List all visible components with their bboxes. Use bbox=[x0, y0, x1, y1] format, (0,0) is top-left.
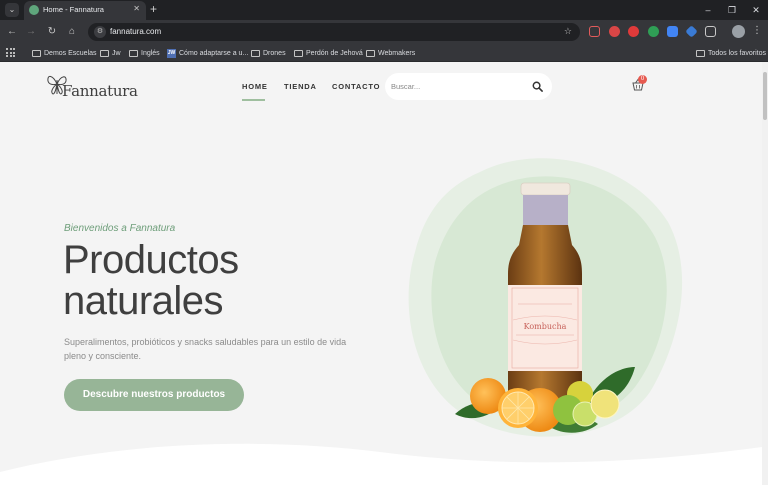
bookmark-item[interactable]: Jw bbox=[100, 47, 121, 59]
page-scrollbar[interactable] bbox=[762, 62, 768, 485]
bookmark-item[interactable]: Perdón de Jehová bbox=[294, 47, 363, 59]
browser-toolbar: ← → ↻ ⌂ ⚙ fannatura.com ☆ ⋮ bbox=[0, 20, 768, 44]
site-favicon-icon bbox=[29, 5, 39, 15]
site-info-icon[interactable]: ⚙ bbox=[94, 26, 106, 38]
extension-icon[interactable] bbox=[609, 26, 620, 37]
hero-headline: Productos naturales bbox=[63, 240, 239, 322]
page-content: Fannatura HOME TIENDA CONTACTO 0 Bienven… bbox=[0, 62, 762, 485]
browser-tab[interactable]: Home - Fannatura ✕ bbox=[24, 1, 146, 20]
green-extension-icon[interactable] bbox=[648, 26, 659, 37]
window-close-icon[interactable]: ✕ bbox=[744, 0, 768, 20]
search-input[interactable] bbox=[391, 79, 521, 94]
url-text: fannatura.com bbox=[110, 27, 162, 36]
logo-text: Fannatura bbox=[62, 82, 138, 100]
headline-line-1: Productos bbox=[63, 238, 239, 282]
headline-line-2: naturales bbox=[63, 279, 224, 323]
folder-icon bbox=[100, 49, 109, 57]
profile-avatar[interactable] bbox=[732, 25, 745, 38]
welcome-text: Bienvenidos a Fannatura bbox=[64, 223, 176, 234]
restore-icon[interactable]: ❐ bbox=[720, 0, 744, 20]
nav-active-indicator bbox=[242, 99, 265, 101]
folder-icon bbox=[294, 49, 303, 57]
jw-icon: JW bbox=[167, 48, 176, 58]
bookmark-item[interactable]: Drones bbox=[251, 47, 286, 59]
nav-tienda[interactable]: TIENDA bbox=[284, 82, 317, 91]
hero-subtext: Superalimentos, probióticos y snacks sal… bbox=[64, 337, 347, 361]
folder-icon bbox=[129, 49, 138, 57]
site-logo[interactable]: Fannatura bbox=[46, 72, 138, 102]
nav-home[interactable]: HOME bbox=[242, 82, 268, 91]
bookmark-star-icon[interactable]: ☆ bbox=[564, 26, 572, 37]
apps-grid-icon[interactable] bbox=[6, 48, 15, 57]
folder-icon bbox=[366, 49, 375, 57]
bookmark-item[interactable]: JW Cómo adaptarse a u... bbox=[167, 47, 248, 59]
folder-icon bbox=[32, 49, 41, 57]
bookmarks-bar: Demos Escuelas Jw Inglés JW Cómo adaptars… bbox=[0, 44, 768, 62]
section-wave-divider bbox=[0, 443, 762, 485]
bookmark-item[interactable]: Demos Escuelas bbox=[32, 47, 97, 59]
minimize-icon[interactable]: – bbox=[696, 0, 720, 20]
bookmark-item[interactable]: Inglés bbox=[129, 47, 160, 59]
tab-title: Home - Fannatura bbox=[43, 5, 104, 14]
reload-icon[interactable]: ↻ bbox=[45, 25, 59, 39]
folder-icon bbox=[251, 49, 260, 57]
discover-products-button[interactable]: Descubre nuestros productos bbox=[64, 379, 244, 411]
extension-icon[interactable] bbox=[685, 25, 698, 38]
pocket-extension-icon[interactable] bbox=[589, 26, 600, 37]
browser-tab-bar: ⌄ Home - Fannatura ✕ + – ❐ ✕ bbox=[0, 0, 768, 20]
hero-product-image: Kombucha bbox=[408, 158, 683, 437]
extensions-puzzle-icon[interactable] bbox=[705, 26, 716, 37]
folder-icon bbox=[696, 49, 705, 57]
home-icon[interactable]: ⌂ bbox=[65, 25, 79, 39]
address-bar[interactable]: ⚙ fannatura.com ☆ bbox=[88, 23, 580, 41]
tab-close-icon[interactable]: ✕ bbox=[133, 4, 140, 13]
product-label-text: Kombucha bbox=[524, 322, 567, 331]
cart-count-badge: 0 bbox=[638, 75, 647, 84]
adblock-extension-icon[interactable] bbox=[628, 26, 639, 37]
forward-icon[interactable]: → bbox=[24, 25, 38, 39]
tab-search-icon[interactable]: ⌄ bbox=[5, 3, 19, 17]
nav-contacto[interactable]: CONTACTO bbox=[332, 82, 380, 91]
all-bookmarks[interactable]: Todos los favoritos bbox=[696, 47, 766, 59]
search-icon[interactable] bbox=[532, 81, 543, 92]
browser-menu-icon[interactable]: ⋮ bbox=[752, 25, 762, 36]
search-box bbox=[385, 73, 552, 100]
bookmark-item[interactable]: Webmakers bbox=[366, 47, 415, 59]
new-tab-icon[interactable]: + bbox=[150, 2, 157, 16]
translate-extension-icon[interactable] bbox=[667, 26, 678, 37]
back-icon[interactable]: ← bbox=[5, 25, 19, 39]
scrollbar-thumb[interactable] bbox=[763, 72, 767, 120]
